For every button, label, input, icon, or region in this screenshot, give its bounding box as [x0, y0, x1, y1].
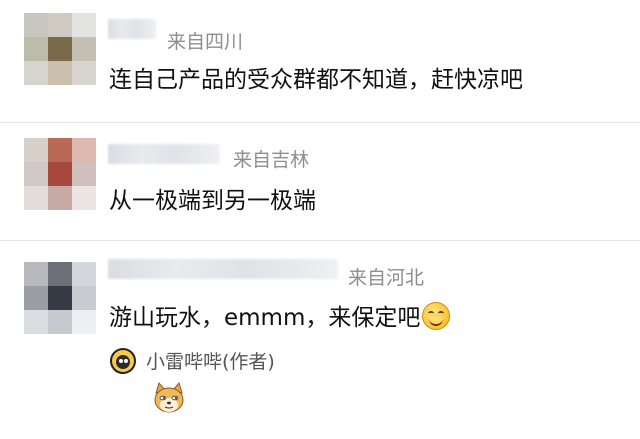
smiling-face-emoji-icon [422, 302, 451, 330]
comment-text: 连自己产品的受众群都不知道，赶快凉吧 [109, 67, 523, 93]
comment-text: 游山玩水，emmm，来保定吧 [109, 298, 451, 332]
doge-emoji-icon [154, 382, 184, 413]
username-blurred[interactable] [108, 144, 220, 164]
author-name[interactable]: 小雷哔哔(作者) [146, 347, 275, 374]
avatar[interactable] [24, 138, 96, 210]
author-avatar-eye [124, 359, 128, 363]
author-avatar-eye [119, 359, 123, 363]
origin-label: 来自河北 [348, 267, 425, 289]
author-avatar-face-icon [116, 355, 130, 369]
divider [0, 240, 640, 241]
username-blurred[interactable] [108, 19, 156, 39]
username-blurred[interactable] [108, 259, 338, 279]
avatar[interactable] [24, 13, 96, 85]
comment-text: 从一极端到另一极端 [109, 188, 316, 214]
origin-label: 来自吉林 [233, 149, 310, 171]
author-avatar[interactable] [110, 348, 136, 374]
origin-label: 来自四川 [167, 31, 244, 53]
divider [0, 122, 640, 123]
comment-text-body: 游山玩水，emmm，来保定吧 [109, 305, 421, 331]
avatar[interactable] [24, 262, 96, 334]
